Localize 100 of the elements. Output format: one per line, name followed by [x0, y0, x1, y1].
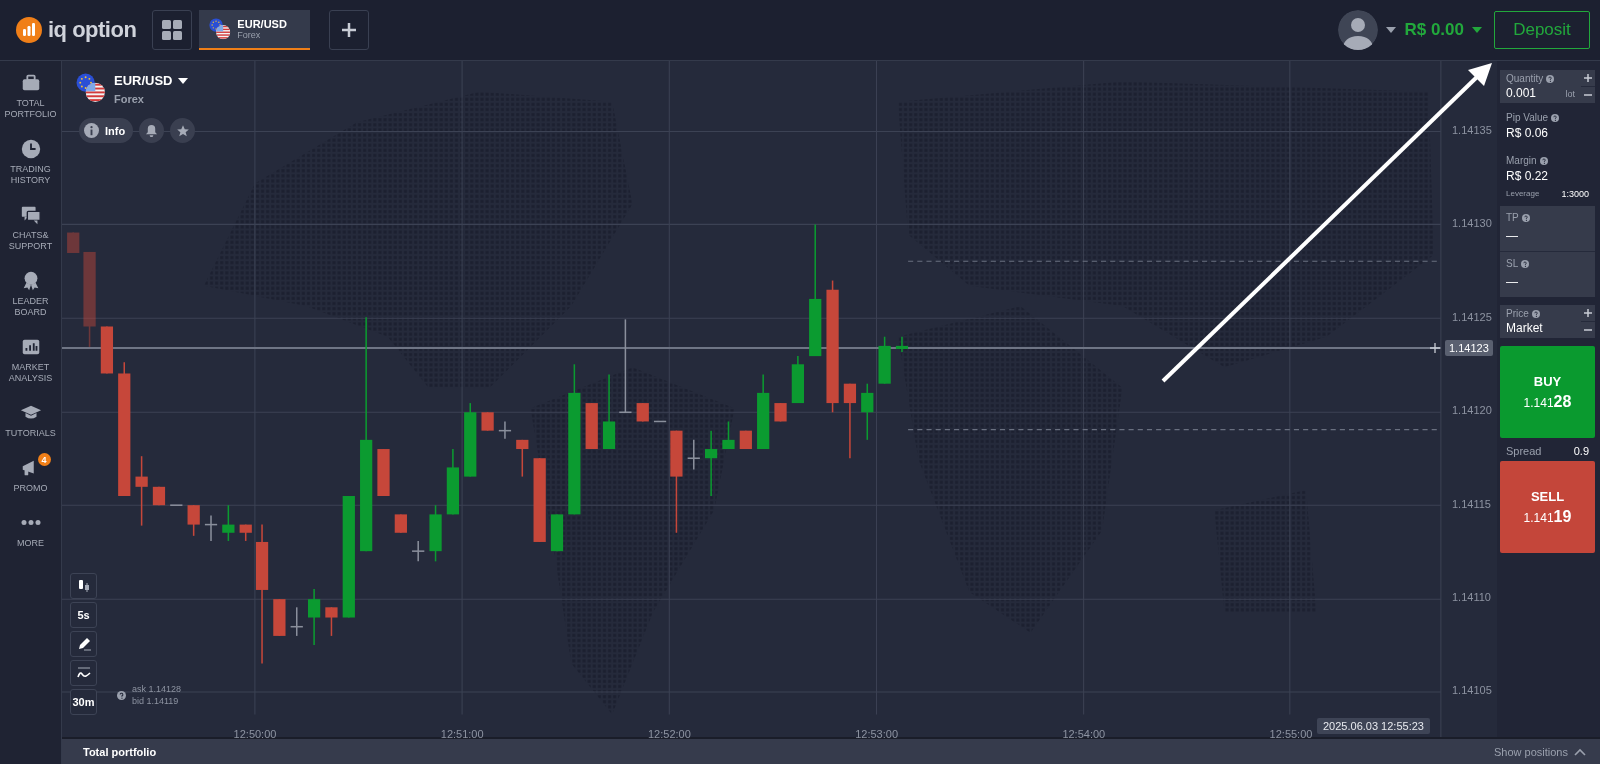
sidebar-item[interactable]: MORE: [0, 506, 61, 557]
candle: [774, 402, 787, 423]
candle: [325, 606, 338, 637]
interval-button[interactable]: 5s: [70, 602, 97, 628]
ask-price: ask 1.14128: [132, 683, 182, 695]
sidebar-item[interactable]: TRADING HISTORY: [0, 132, 61, 194]
help-icon[interactable]: [1546, 74, 1555, 83]
candles-icon: [76, 579, 91, 593]
candle: [135, 455, 148, 527]
help-icon[interactable]: [1531, 309, 1540, 318]
limit-field[interactable]: SL —: [1500, 252, 1595, 297]
candle: [100, 325, 114, 375]
asset-selector[interactable]: EUR/USD: [114, 73, 188, 88]
time-tick: 12:50:00: [233, 728, 277, 740]
sidebar-item[interactable]: CHATS& SUPPORT: [0, 198, 61, 260]
candle: [481, 411, 494, 432]
sidebar-item[interactable]: TOTAL PORTFOLIO: [0, 66, 61, 128]
caret-icon: [177, 77, 188, 84]
candle: [377, 448, 390, 497]
time-tick: 12:55:00: [1269, 728, 1313, 740]
field-label: Quantity: [1506, 73, 1544, 84]
sell-button[interactable]: SELL 1.14119: [1500, 461, 1595, 553]
add-tab-button[interactable]: [329, 10, 370, 50]
candle: [429, 504, 442, 563]
candle: [239, 523, 252, 542]
candle: [705, 429, 718, 497]
candle: [152, 486, 166, 506]
candle: [861, 382, 874, 441]
sidebar-item[interactable]: LEADER BOARD: [0, 264, 61, 326]
price-tick: 1.14130: [1452, 217, 1492, 230]
decrease-button[interactable]: [1581, 322, 1595, 338]
grid-icon: [162, 20, 183, 40]
wave-icon: [76, 666, 91, 680]
timeframe-button[interactable]: 30m: [70, 689, 97, 715]
sidebar-item[interactable]: TUTORIALS: [0, 396, 61, 447]
more-icon: [20, 520, 41, 525]
field-value: —: [1506, 275, 1518, 289]
cursor-time-label: 2025.06.03 12:55:23: [1317, 718, 1430, 734]
increase-button[interactable]: [1581, 70, 1595, 86]
logo-icon: [16, 17, 42, 43]
caret-icon[interactable]: [1472, 27, 1482, 33]
sidebar-item[interactable]: MARKET ANALYSIS: [0, 330, 61, 392]
help-icon[interactable]: [1521, 213, 1530, 222]
unit-label: lot: [1565, 89, 1575, 99]
candle: [204, 514, 218, 542]
indicators-button[interactable]: [70, 660, 97, 686]
candle: [686, 439, 701, 471]
plus-icon: [1583, 308, 1593, 318]
price-tick: 1.14135: [1452, 124, 1492, 136]
help-icon[interactable]: [1551, 113, 1560, 122]
chart-type-button[interactable]: [70, 573, 97, 599]
field-value: 0.001: [1506, 86, 1537, 100]
chevron-up-icon: [1574, 747, 1586, 756]
sidebar-item[interactable]: PROMO 4: [0, 451, 61, 502]
plus-icon[interactable]: [1430, 343, 1440, 353]
increase-button[interactable]: [1581, 305, 1595, 321]
candle: [411, 540, 426, 563]
notification-badge: 4: [37, 453, 51, 466]
field-label: Price: [1506, 308, 1529, 319]
candle: [446, 448, 459, 516]
candle: [739, 429, 752, 450]
leverage-value: 1:3000: [1561, 189, 1589, 199]
flags-icon: [209, 18, 232, 40]
limit-field[interactable]: TP —: [1500, 206, 1595, 251]
deposit-button[interactable]: Deposit: [1494, 11, 1590, 49]
show-positions-button[interactable]: Show positions: [1494, 745, 1586, 758]
sidebar-icon: [19, 204, 42, 226]
candle: [222, 504, 235, 542]
info-icon: [84, 123, 99, 138]
candle: [878, 335, 891, 385]
drawing-tools-button[interactable]: [70, 631, 97, 657]
field-label: TP: [1506, 212, 1519, 223]
logo-text: iq option: [48, 17, 137, 43]
avatar-icon[interactable]: [1338, 10, 1379, 50]
favorite-button[interactable]: [170, 118, 196, 143]
field-value: Market: [1506, 321, 1543, 335]
time-tick: 12:51:00: [440, 728, 484, 740]
buy-button[interactable]: BUY 1.14128: [1500, 346, 1595, 438]
grid-button[interactable]: [152, 10, 193, 50]
info-button[interactable]: Info: [79, 118, 134, 143]
current-price-label: 1.14123: [1445, 340, 1493, 356]
balance-amount[interactable]: R$ 0.00: [1404, 20, 1464, 40]
price-tick: 1.14105: [1452, 684, 1492, 697]
flags-icon: [76, 73, 106, 103]
decrease-button[interactable]: [1581, 87, 1595, 103]
bid-price: bid 1.14119: [132, 695, 180, 707]
help-icon[interactable]: [117, 690, 126, 700]
caret-icon[interactable]: [1386, 27, 1397, 33]
help-icon[interactable]: [1521, 259, 1530, 268]
alert-button[interactable]: [139, 118, 165, 143]
asset-tab[interactable]: EUR/USD Forex: [199, 10, 311, 50]
pencil-icon: [76, 637, 91, 651]
candle: [550, 513, 564, 552]
info-value: R$ 0.06: [1506, 126, 1550, 140]
info-value: R$ 0.22: [1506, 169, 1550, 183]
price-tick: 1.14115: [1452, 497, 1491, 510]
portfolio-title: Total portfolio: [83, 745, 157, 758]
candle: [273, 598, 286, 637]
help-icon[interactable]: [1539, 156, 1548, 165]
candle: [653, 420, 667, 423]
